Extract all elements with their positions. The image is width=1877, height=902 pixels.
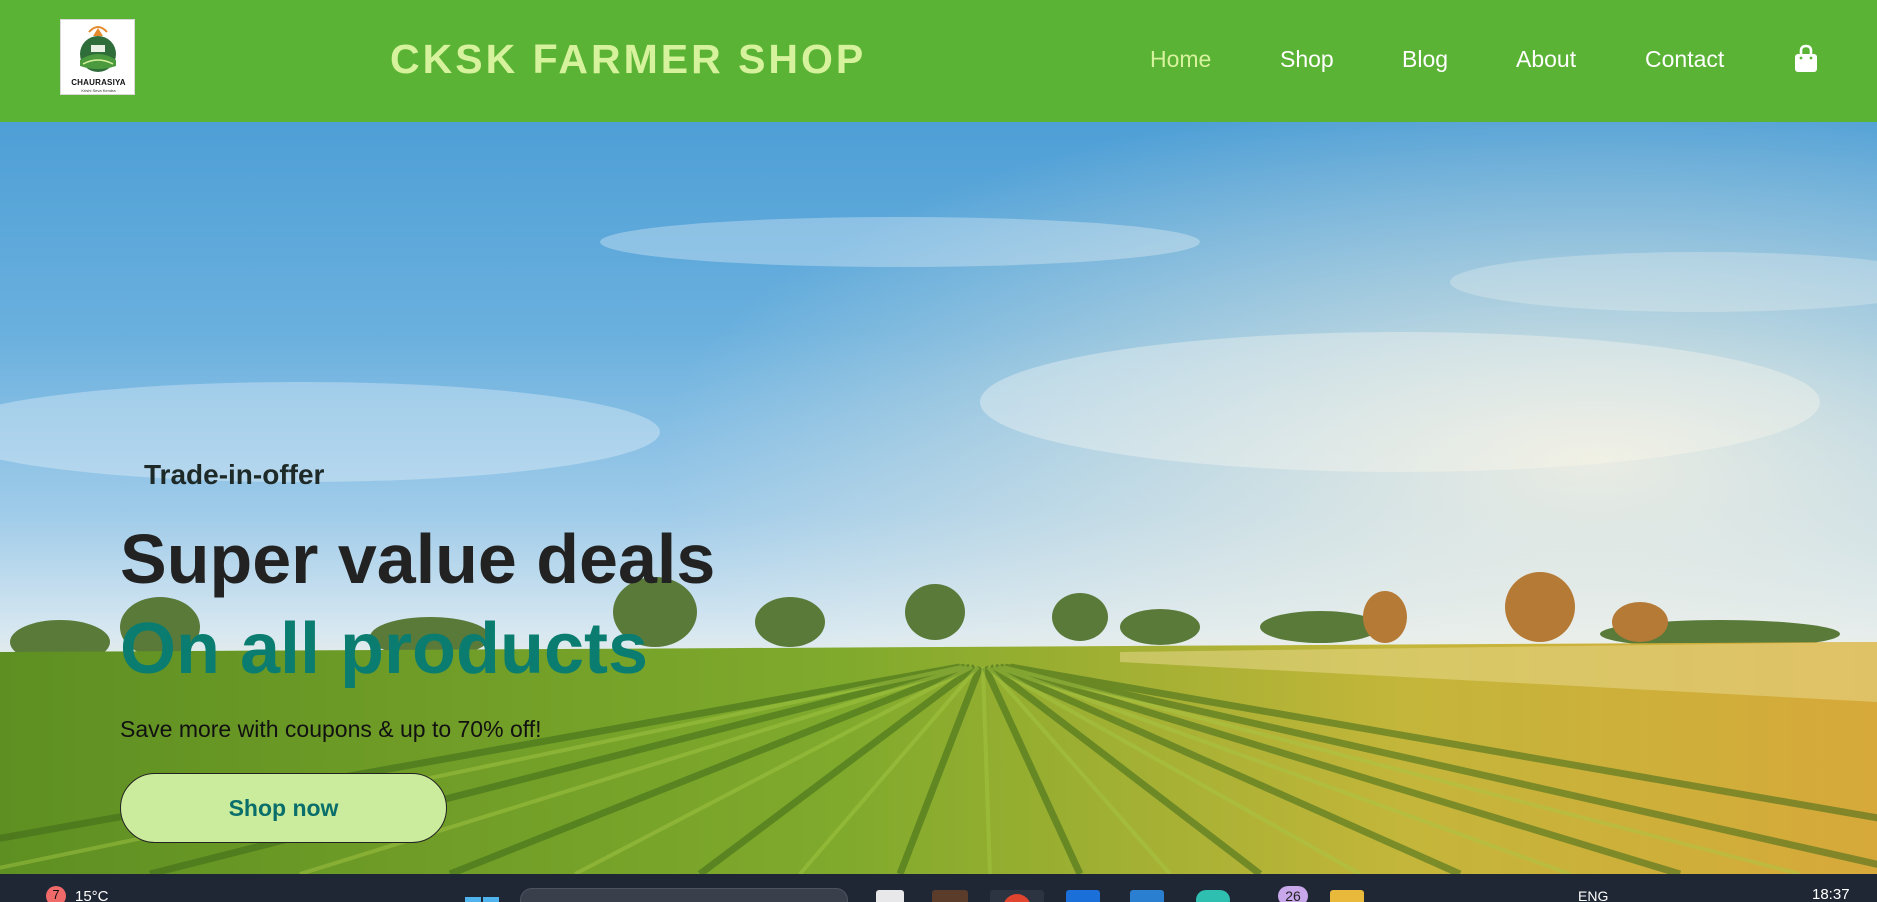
app-outlook-icon[interactable] bbox=[1066, 890, 1100, 902]
nav-about[interactable]: About bbox=[1516, 46, 1576, 73]
app-folder-icon[interactable] bbox=[1330, 890, 1364, 902]
weather-temperature[interactable]: 15°C bbox=[75, 888, 109, 902]
hero-banner: Trade-in-offer Super value deals On all … bbox=[0, 122, 1877, 874]
shop-now-button[interactable]: Shop now bbox=[120, 773, 447, 843]
nav-shop[interactable]: Shop bbox=[1280, 46, 1334, 73]
logo-tagline: Krishi Seva Kendra bbox=[81, 88, 116, 93]
weather-badge[interactable]: 7 bbox=[46, 886, 66, 902]
language-indicator[interactable]: ENG bbox=[1578, 888, 1608, 902]
nav-blog[interactable]: Blog bbox=[1402, 46, 1448, 73]
app-notepad-icon[interactable] bbox=[876, 890, 904, 902]
hero-subtext: Save more with coupons & up to 70% off! bbox=[120, 716, 542, 742]
hero-headline: Super value deals bbox=[120, 520, 716, 598]
logo-name: CHAURASIYA bbox=[71, 78, 126, 87]
windows-start-icon[interactable] bbox=[465, 891, 499, 902]
site-header: CHAURASIYA Krishi Seva Kendra CKSK FARME… bbox=[0, 0, 1877, 122]
farm-field-background bbox=[0, 122, 1877, 874]
taskbar-clock[interactable]: 18:37 bbox=[1812, 886, 1850, 902]
notification-count-badge[interactable]: 26 bbox=[1278, 886, 1308, 902]
app-file-icon[interactable] bbox=[932, 890, 968, 902]
nav-contact[interactable]: Contact bbox=[1645, 46, 1724, 73]
nav-home[interactable]: Home bbox=[1150, 46, 1211, 73]
os-taskbar: 7 15°C 26 ENG 18:37 bbox=[0, 874, 1877, 902]
taskbar-search-input[interactable] bbox=[520, 888, 848, 902]
app-edge-icon[interactable] bbox=[1196, 890, 1230, 902]
site-logo[interactable]: CHAURASIYA Krishi Seva Kendra bbox=[60, 19, 135, 95]
app-vscode-icon[interactable] bbox=[1130, 890, 1164, 902]
app-chrome-icon[interactable] bbox=[990, 890, 1044, 902]
logo-emblem-icon bbox=[80, 26, 116, 72]
site-title: CKSK FARMER SHOP bbox=[390, 36, 867, 82]
hero-eyebrow: Trade-in-offer bbox=[144, 459, 325, 490]
shopping-bag-icon[interactable] bbox=[1792, 44, 1820, 74]
hero-highlight: On all products bbox=[120, 609, 649, 689]
